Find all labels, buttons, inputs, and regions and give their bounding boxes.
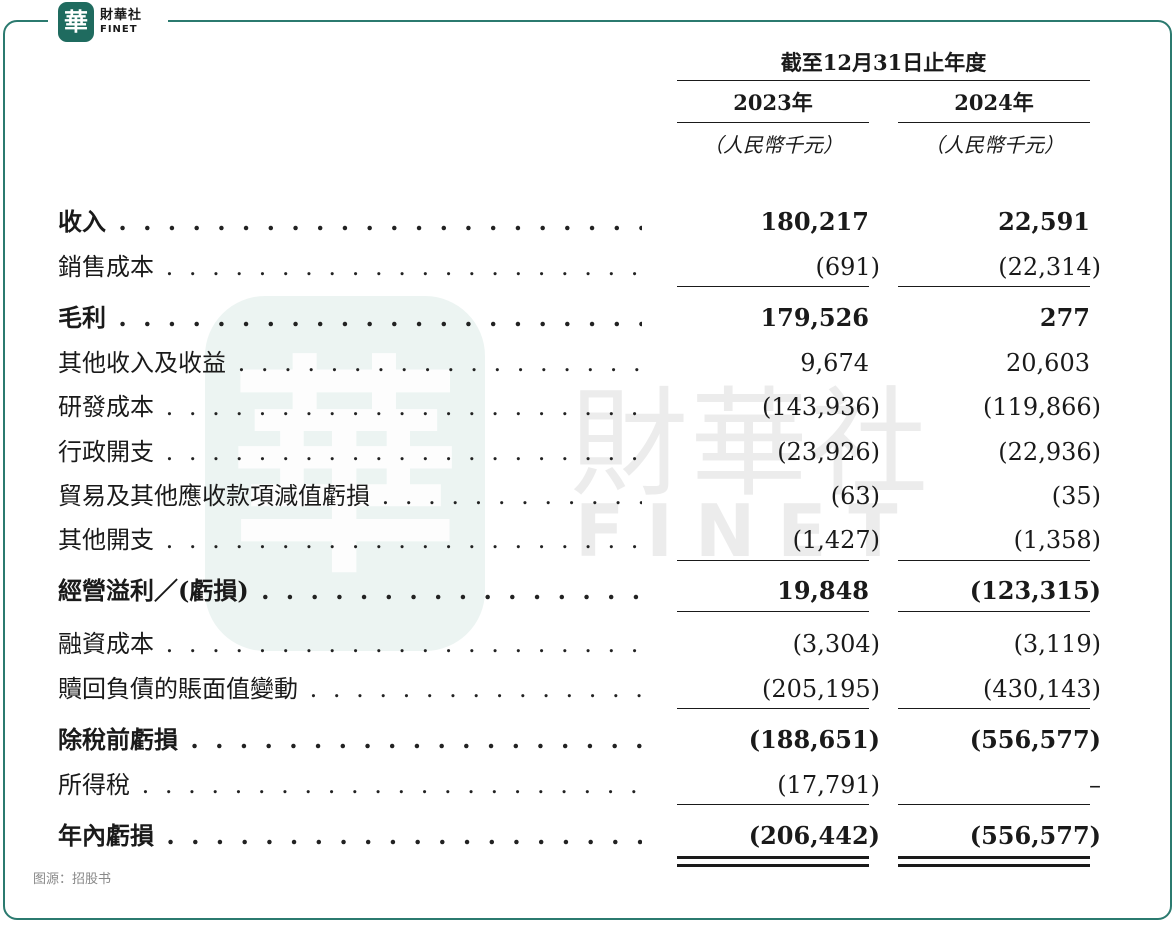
row-label-loss-for-year: 年內虧損 . . . . . . . . . . . . . . . . . .… (58, 821, 642, 851)
value-2023-revenue: 180,217 (760, 207, 869, 236)
row-label-redemption-liability-change: 贖回負債的賬面值變動 . . . . . . . . . . . . . . .… (58, 674, 642, 704)
double-rule-top-2024 (898, 856, 1090, 859)
row-label-text: 經營溢利／(虧損) (58, 576, 249, 605)
value-2023-gross-profit: 179,526 (760, 303, 869, 332)
value-2024-rd-costs: (119,866) (983, 393, 1101, 421)
rule-after-cost-of-sales-2023 (677, 286, 869, 287)
logo-text: 財華社 FINET (100, 9, 142, 35)
logo-seal-icon: 華 (58, 2, 94, 42)
value-2023-loss-for-year: (206,442) (748, 821, 880, 850)
double-rule-top-2023 (677, 856, 869, 859)
rule-after-cost-of-sales-2024 (898, 286, 1090, 287)
double-rule-bottom-2024 (898, 864, 1090, 867)
leader-dots: . . . . . . . . . . . . . . . . . . . . … (237, 349, 642, 377)
value-2023-income-tax: (17,791) (777, 771, 880, 799)
value-2023-loss-before-tax: (188,651) (748, 725, 880, 754)
value-2023-admin-expenses: (23,926) (777, 438, 880, 466)
value-2024-admin-expenses: (22,936) (998, 438, 1101, 466)
row-label-other-expenses: 其他開支 . . . . . . . . . . . . . . . . . .… (58, 525, 642, 555)
rule-after-redemption-2024 (898, 708, 1090, 709)
double-rule-bottom-2023 (677, 864, 869, 867)
unit-label-2023: （人民幣千元） (703, 133, 843, 157)
row-label-admin-expenses: 行政開支 . . . . . . . . . . . . . . . . . .… (58, 437, 642, 467)
value-2023-impairment-loss: (63) (830, 482, 880, 510)
col1-header-underline (677, 122, 869, 123)
value-2024-operating-profit-loss: (123,315) (969, 576, 1101, 605)
value-2023-redemption-liability-change: (205,195) (762, 675, 880, 703)
leader-dots: . . . . . . . . . . . . . . . . . . . . … (141, 771, 642, 799)
value-2024-gross-profit: 277 (1039, 303, 1090, 332)
value-2024-cost-of-sales: (22,314) (998, 253, 1101, 281)
leader-dots: . . . . . . . . . . . . . . . . . . . . … (381, 482, 642, 510)
value-2024-revenue: 22,591 (998, 207, 1090, 236)
rule-after-other-expenses-2024 (898, 560, 1090, 561)
value-2024-other-income: 20,603 (1006, 349, 1090, 377)
value-2023-finance-costs: (3,304) (792, 630, 880, 658)
row-label-loss-before-tax: 除稅前虧損 . . . . . . . . . . . . . . . . . … (58, 725, 642, 755)
row-label-text: 其他開支 (58, 526, 154, 554)
row-label-text: 融資成本 (58, 630, 154, 658)
brand-logo: 華 財華社 FINET (48, 0, 168, 44)
leader-dots: . . . . . . . . . . . . . . . . . . . . … (118, 207, 642, 236)
rule-after-operating-2023 (677, 611, 869, 612)
row-label-text: 除稅前虧損 (58, 725, 178, 754)
value-2023-rd-costs: (143,936) (762, 393, 880, 421)
column-header-2024: 2024年 (954, 90, 1034, 115)
leader-dots: . . . . . . . . . . . . . . . . . . . . … (165, 253, 642, 281)
column-header-2023: 2023年 (733, 90, 813, 115)
value-2023-operating-profit-loss: 19,848 (777, 576, 869, 605)
row-label-text: 貿易及其他應收款項減值虧損 (58, 482, 370, 510)
row-label-cost-of-sales: 銷售成本 . . . . . . . . . . . . . . . . . .… (58, 252, 642, 282)
row-label-gross-profit: 毛利 . . . . . . . . . . . . . . . . . . .… (58, 303, 642, 333)
row-label-operating-profit-loss: 經營溢利／(虧損) . . . . . . . . . . . . . . . … (58, 576, 642, 606)
value-2024-impairment-loss: (35) (1051, 482, 1101, 510)
leader-dots: . . . . . . . . . . . . . . . . . . . . … (309, 675, 642, 703)
logo-name-en: FINET (100, 24, 138, 35)
rule-after-tax-2024 (898, 804, 1090, 805)
rule-after-redemption-2023 (677, 708, 869, 709)
row-label-text: 研發成本 (58, 393, 154, 421)
rule-after-other-expenses-2023 (677, 560, 869, 561)
row-label-text: 其他收入及收益 (58, 349, 226, 377)
leader-dots: . . . . . . . . . . . . . . . . . . . . … (118, 303, 642, 332)
value-2024-loss-before-tax: (556,577) (969, 725, 1101, 754)
row-label-income-tax: 所得稅 . . . . . . . . . . . . . . . . . . … (58, 770, 642, 800)
row-label-text: 所得稅 (58, 771, 130, 799)
row-label-finance-costs: 融資成本 . . . . . . . . . . . . . . . . . .… (58, 629, 642, 659)
row-label-text: 行政開支 (58, 438, 154, 466)
leader-dots: . . . . . . . . . . . . . . . . . . . . … (166, 821, 642, 850)
value-2023-cost-of-sales: (691) (815, 253, 880, 281)
row-label-text: 收入 (58, 207, 106, 236)
row-label-text: 贖回負債的賬面值變動 (58, 675, 298, 703)
col2-header-underline (898, 122, 1090, 123)
value-2024-income-tax: – (1089, 771, 1101, 799)
row-label-rd-costs: 研發成本 . . . . . . . . . . . . . . . . . .… (58, 392, 642, 422)
row-label-text: 毛利 (58, 303, 106, 332)
value-2024-other-expenses: (1,358) (1013, 526, 1101, 554)
row-label-impairment-loss: 貿易及其他應收款項減值虧損 . . . . . . . . . . . . . … (58, 481, 642, 511)
period-underline (677, 80, 1090, 81)
row-label-other-income: 其他收入及收益 . . . . . . . . . . . . . . . . … (58, 348, 642, 378)
leader-dots: . . . . . . . . . . . . . . . . . . . . … (165, 393, 642, 421)
period-header: 截至12月31日止年度 (780, 50, 987, 75)
value-2024-loss-for-year: (556,577) (969, 821, 1101, 850)
leader-dots: . . . . . . . . . . . . . . . . . . . . … (165, 526, 642, 554)
logo-name-cn: 財華社 (100, 8, 143, 23)
value-2023-other-income: 9,674 (800, 349, 869, 377)
row-label-text: 年內虧損 (58, 821, 154, 850)
row-label-text: 銷售成本 (58, 253, 154, 281)
value-2024-finance-costs: (3,119) (1013, 630, 1101, 658)
leader-dots: . . . . . . . . . . . . . . . . . . . . … (261, 576, 642, 605)
value-2023-other-expenses: (1,427) (792, 526, 880, 554)
row-label-revenue: 收入 . . . . . . . . . . . . . . . . . . .… (58, 207, 642, 237)
leader-dots: . . . . . . . . . . . . . . . . . . . . … (165, 630, 642, 658)
rule-after-tax-2023 (677, 804, 869, 805)
source-note: 图源：招股书 (33, 872, 112, 887)
leader-dots: . . . . . . . . . . . . . . . . . . . . … (190, 725, 642, 754)
unit-label-2024: （人民幣千元） (924, 133, 1064, 157)
rule-after-operating-2024 (898, 611, 1090, 612)
value-2024-redemption-liability-change: (430,143) (983, 675, 1101, 703)
leader-dots: . . . . . . . . . . . . . . . . . . . . … (165, 438, 642, 466)
